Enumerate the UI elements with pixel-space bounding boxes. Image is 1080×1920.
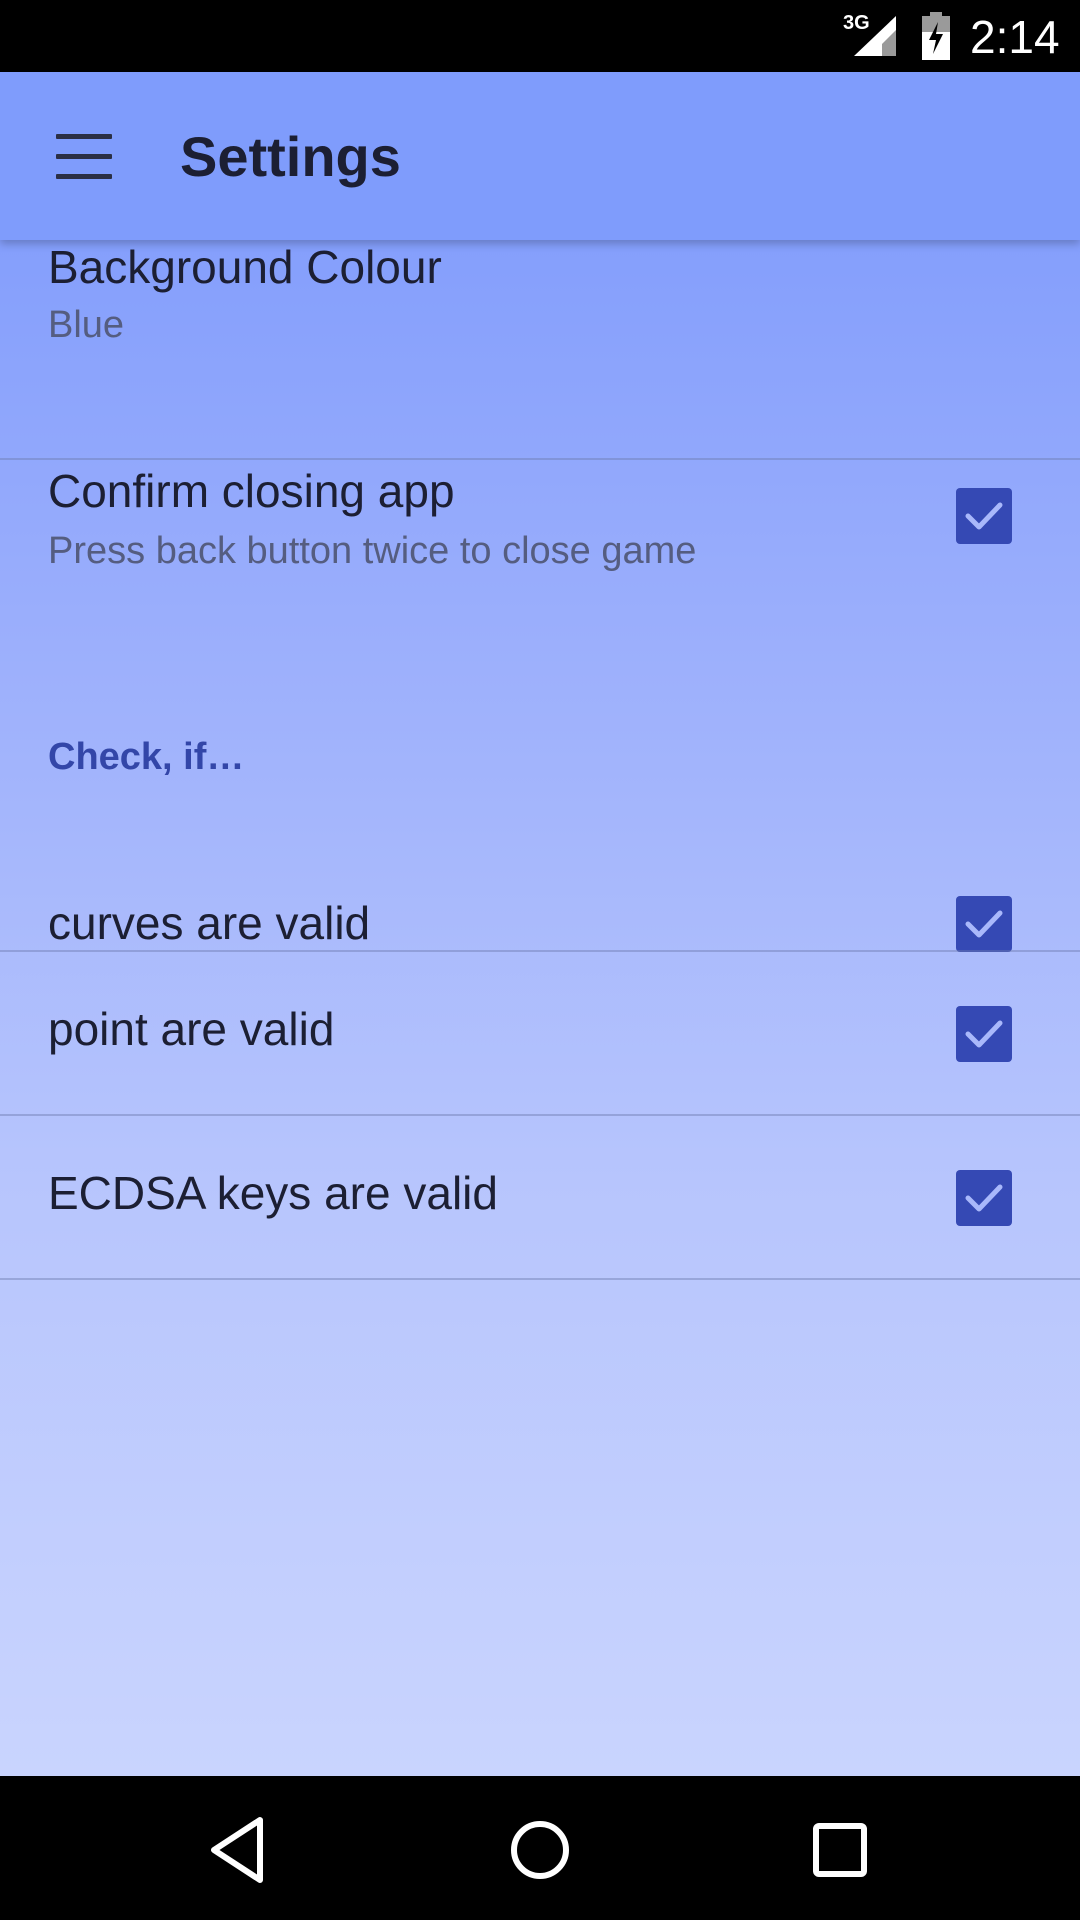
pref-title: Confirm closing app [48,465,455,517]
pref-title: curves are valid [48,897,371,949]
point-valid-checkbox[interactable] [956,1006,1012,1062]
clock: 2:14 [970,11,1060,63]
pref-summary: Press back button twice to close game [48,530,697,572]
home-icon[interactable] [500,1810,580,1890]
curves-valid-checkbox[interactable] [956,896,1012,952]
pref-check-ecdsa[interactable]: ECDSA keys are valid [0,1116,1080,1278]
category-header: Check, if… [48,736,245,778]
menu-bar-line [56,134,112,139]
menu-bar-line [56,154,112,159]
pref-title: point are valid [48,1003,335,1055]
recents-icon[interactable] [800,1810,880,1890]
toolbar: Settings [0,72,1080,240]
back-icon[interactable] [200,1810,280,1890]
ecdsa-valid-checkbox[interactable] [956,1170,1012,1226]
hamburger-menu-icon[interactable] [40,116,128,196]
checkmark-icon [965,502,1003,530]
pref-title: ECDSA keys are valid [48,1167,498,1219]
pref-check-point[interactable]: point are valid [0,952,1080,1114]
settings-content: Settings Background Colour Blue Confirm … [0,72,1080,1776]
pref-background-colour[interactable]: Background Colour Blue [0,240,1080,460]
page-title: Settings [180,125,401,188]
pref-confirm-closing[interactable]: Confirm closing app Press back button tw… [0,460,1080,720]
pref-summary: Blue [48,304,125,346]
divider [0,1278,1080,1280]
status-bar: 3G 2:14 [0,0,1080,72]
signal-icon [854,16,896,56]
checkmark-icon [965,1020,1003,1048]
screen: 3G 2:14 Settings Background Colour Blue [0,0,1080,1920]
checkmark-icon [965,910,1003,938]
checkmark-icon [965,1184,1003,1212]
menu-bar-line [56,174,112,179]
pref-title: Background Colour [48,241,442,293]
confirm-closing-checkbox[interactable] [956,488,1012,544]
navigation-bar [0,1776,1080,1920]
battery-charging-icon [922,12,950,60]
